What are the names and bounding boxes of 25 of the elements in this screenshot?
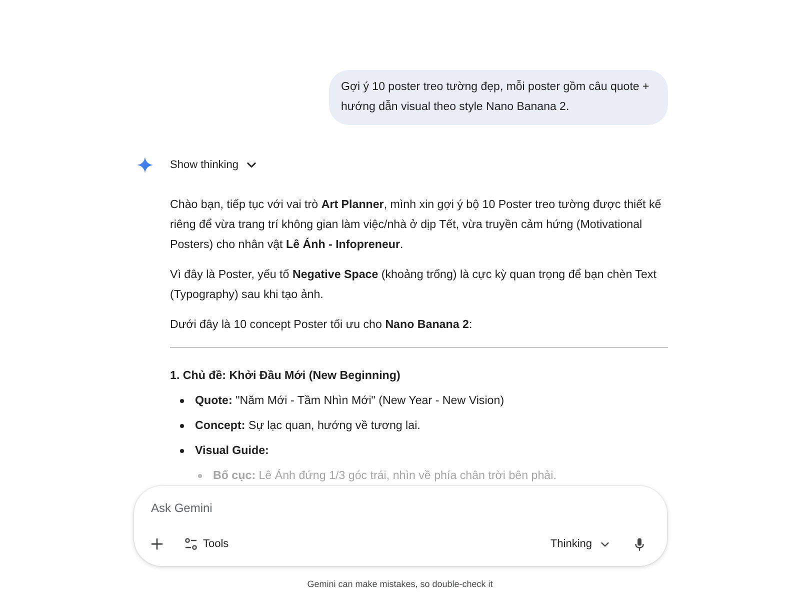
sliders-icon (185, 538, 197, 550)
bullet-text: Quote: "Năm Mới - Tầm Nhìn Mới" (New Year - New Vision) (195, 393, 504, 409)
bullet-icon (198, 474, 202, 478)
bullet-text: Bố cục: Lê Ánh đứng 1/3 góc trái, nhìn về phía chân trời bên phải. (213, 468, 556, 484)
bullet-icon (180, 424, 184, 428)
disclaimer-text: Gemini can make mistakes, so double-check it (307, 578, 493, 590)
user-message: Gợi ý 10 poster treo tường đẹp, mỗi poster gồm câu quote + hướng dẫn visual theo style Nano Banana 2. (329, 70, 668, 125)
microphone-button[interactable] (635, 538, 644, 550)
bullet-text: Visual Guide: (195, 443, 269, 459)
show-thinking-button[interactable]: Show thinking (170, 155, 256, 175)
response-paragraph: Vì đây là Poster, yếu tố Negative Space (khoảng trống) là cực kỳ quan trọng để bạn chèn Text (Typography) sau khi tạo ảnh. (170, 267, 658, 303)
sparkle-icon (137, 157, 153, 173)
response-paragraph: Chào bạn, tiếp tục với vai trò Art Planner, mình xin gợi ý bộ 10 Poster treo tường được thiết kế riêng để vừa trang trí không gian làm việc/nhà ở dịp Tết, vừa truyền cảm hứng (Motivational Posters) cho nhân vật Lê Ánh - Infopreneur. (170, 197, 662, 253)
bullet-icon (180, 399, 184, 403)
response-paragraph: Dưới đây là 10 concept Poster tối ưu cho Nano Banana 2: (170, 317, 474, 333)
prompt-field[interactable]: Ask Gemini (151, 498, 650, 518)
add-button[interactable] (151, 538, 163, 550)
plus-icon (151, 538, 163, 550)
microphone-icon (635, 538, 644, 550)
mode-dropdown[interactable]: Thinking (550, 538, 609, 550)
bullet-text: Concept: Sự lạc quan, hướng về tương lai. (195, 418, 420, 434)
bullet-icon (180, 449, 184, 453)
chevron-down-icon (601, 542, 609, 546)
tools-button[interactable]: Tools (185, 538, 229, 550)
section-heading: 1. Chủ đề: Khởi Đầu Mới (New Beginning) (170, 368, 402, 384)
